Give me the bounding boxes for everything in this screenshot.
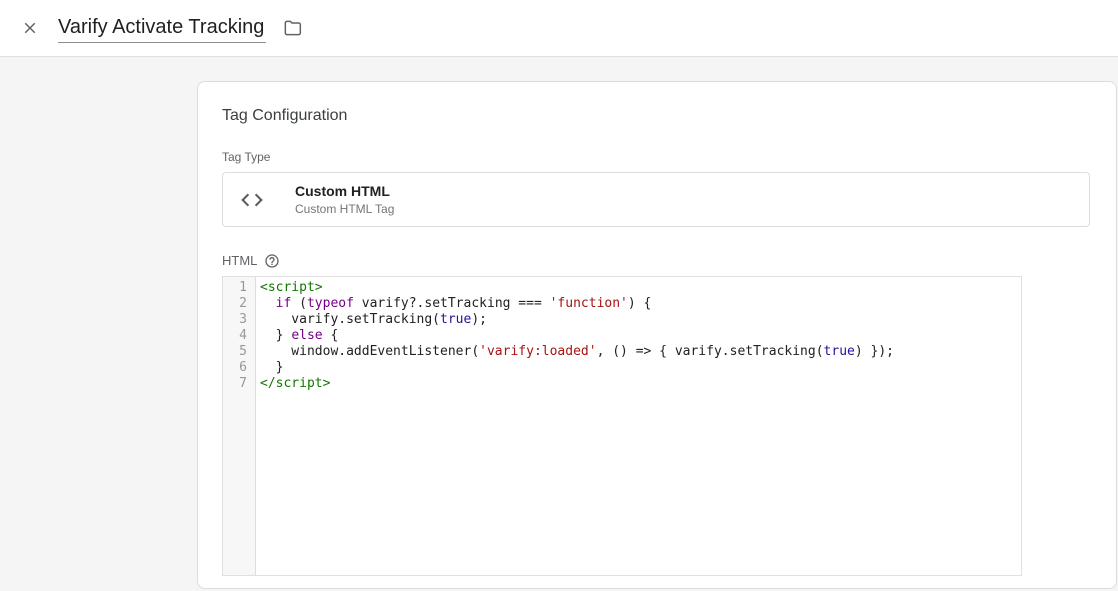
line-number: 4 xyxy=(223,328,255,344)
line-number: 1 xyxy=(223,280,255,296)
close-button[interactable] xyxy=(12,10,48,46)
line-number: 5 xyxy=(223,344,255,360)
tag-type-description: Custom HTML Tag xyxy=(295,202,394,216)
code-line: varify.setTracking(true); xyxy=(260,312,894,328)
editor-gutter: 1234567 xyxy=(223,277,256,575)
help-icon xyxy=(264,253,280,269)
tag-name-input[interactable]: Varify Activate Tracking xyxy=(58,14,266,43)
line-number: 3 xyxy=(223,312,255,328)
code-line: } xyxy=(260,360,894,376)
folder-icon xyxy=(282,18,302,38)
tag-type-label: Tag Type xyxy=(222,150,1090,164)
header: Varify Activate Tracking xyxy=(0,0,1118,57)
code-line: </script> xyxy=(260,376,894,392)
code-line: window.addEventListener('varify:loaded',… xyxy=(260,344,894,360)
line-number: 6 xyxy=(223,360,255,376)
line-number: 2 xyxy=(223,296,255,312)
folder-button[interactable] xyxy=(278,14,306,42)
tag-type-name: Custom HTML xyxy=(295,183,394,200)
line-number: 7 xyxy=(223,376,255,392)
code-line: } else { xyxy=(260,328,894,344)
code-line: <script> xyxy=(260,280,894,296)
code-icon xyxy=(239,187,265,213)
html-field-header: HTML xyxy=(222,253,1090,269)
card-title: Tag Configuration xyxy=(222,106,1090,126)
help-button[interactable] xyxy=(264,253,280,269)
close-icon xyxy=(21,19,39,37)
tag-type-selector[interactable]: Custom HTML Custom HTML Tag xyxy=(222,172,1090,227)
html-code-editor[interactable]: 1234567 <script> if (typeof varify?.setT… xyxy=(222,276,1022,576)
html-label: HTML xyxy=(222,253,257,269)
main-content: Tag Configuration Tag Type Custom HTML C… xyxy=(0,81,1118,589)
editor-code: <script> if (typeof varify?.setTracking … xyxy=(256,277,898,575)
tag-configuration-card: Tag Configuration Tag Type Custom HTML C… xyxy=(197,81,1117,589)
tag-type-text: Custom HTML Custom HTML Tag xyxy=(295,183,394,216)
code-line: if (typeof varify?.setTracking === 'func… xyxy=(260,296,894,312)
